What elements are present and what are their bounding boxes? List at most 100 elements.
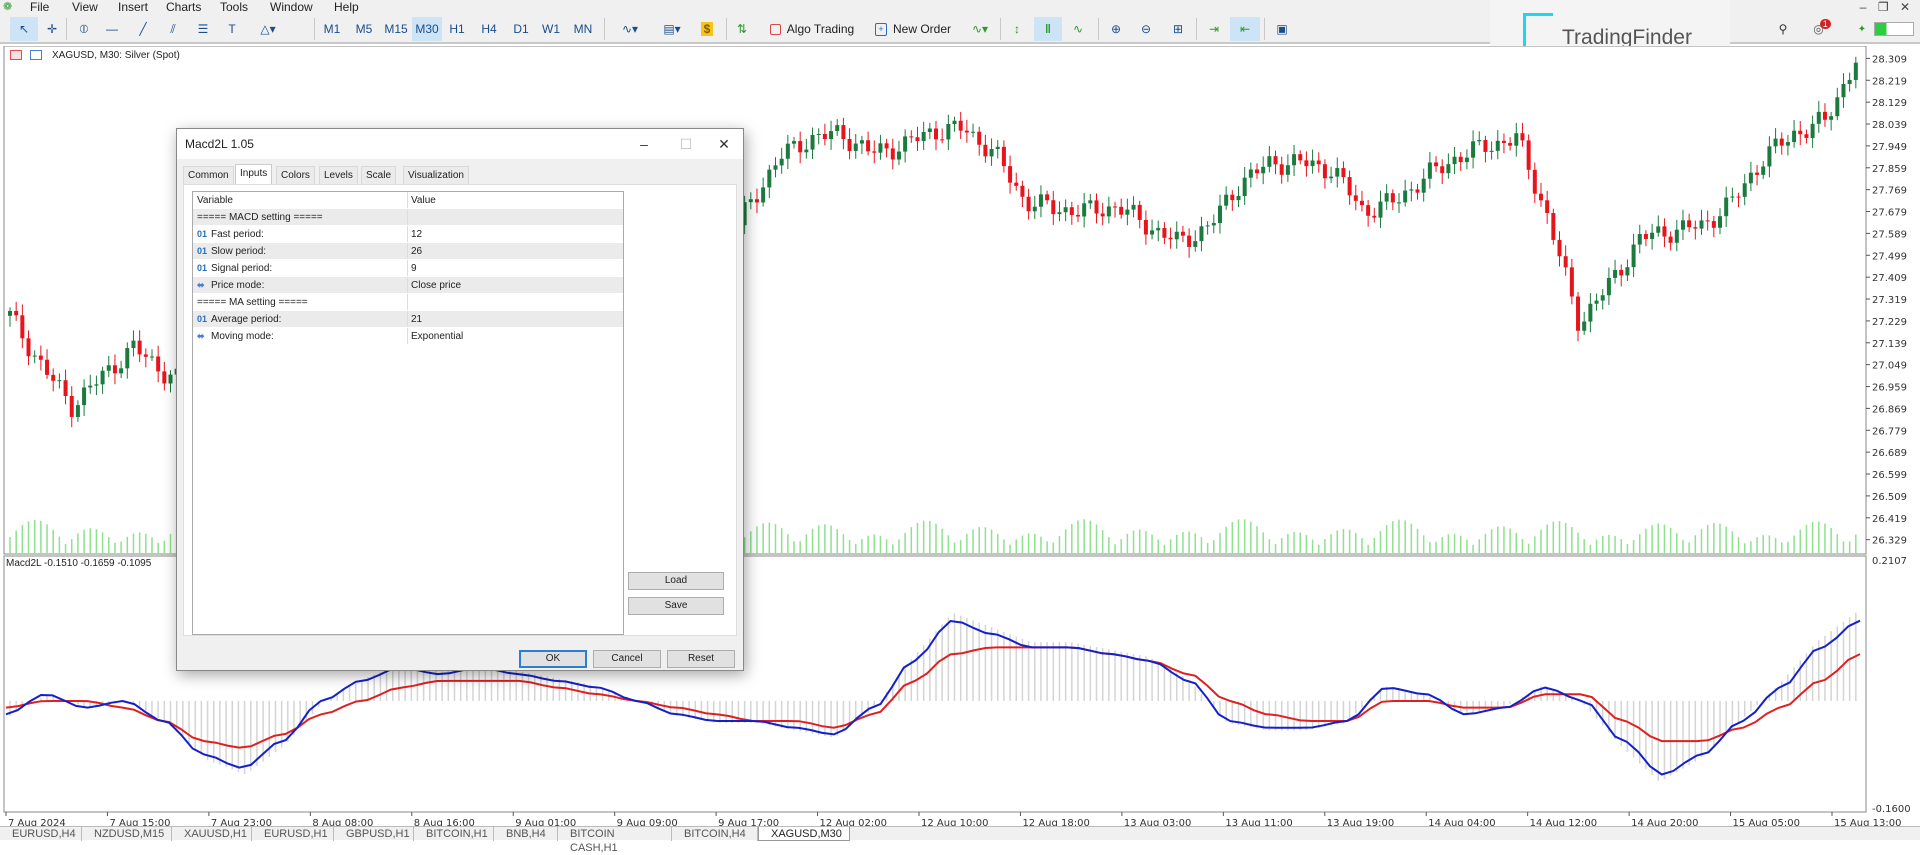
timeframe-m5[interactable]: M5: [350, 17, 378, 41]
menu-window[interactable]: Window: [270, 0, 313, 14]
param-row[interactable]: 01 Signal period: 9: [193, 260, 623, 277]
candle-body: [1187, 235, 1192, 247]
restore-icon[interactable]: ❐: [1878, 0, 1889, 14]
trade-signals-button[interactable]: ⇅: [730, 17, 754, 41]
timeframe-h1[interactable]: H1: [444, 17, 470, 41]
trendline-button[interactable]: ╱: [130, 17, 156, 41]
tab-inputs[interactable]: Inputs: [235, 164, 273, 185]
menu-tools[interactable]: Tools: [220, 0, 248, 14]
symbol-tab[interactable]: GBPUSD,H1: [334, 827, 414, 841]
tab-colors[interactable]: Colors: [276, 166, 315, 184]
line-chart-icon: ∿▾: [621, 22, 639, 36]
signal-strength-button[interactable]: ✦: [1852, 17, 1872, 41]
fibonacci-button[interactable]: ☰: [190, 17, 216, 41]
reset-button[interactable]: Reset: [667, 650, 735, 668]
new-order-button[interactable]: + New Order: [866, 17, 960, 41]
symbol-tab[interactable]: BITCOIN,H4: [672, 827, 758, 841]
candle-body: [779, 158, 784, 166]
menu-view[interactable]: View: [72, 0, 98, 14]
menu-insert[interactable]: Insert: [118, 0, 148, 14]
candle-body: [1359, 200, 1364, 206]
tile-windows-button[interactable]: ⊞: [1164, 17, 1192, 41]
close-icon[interactable]: ✕: [1900, 0, 1910, 14]
candlestick-icon: ‖: [1045, 22, 1051, 36]
symbol-tab[interactable]: BNB,H4: [494, 827, 558, 841]
param-value[interactable]: 21: [411, 311, 422, 328]
notifications-button[interactable]: ◎ 1: [1808, 17, 1836, 41]
signals-dropdown[interactable]: ∿▾: [962, 17, 998, 41]
minimize-icon[interactable]: –: [1860, 0, 1867, 14]
timeframe-h4[interactable]: H4: [476, 17, 502, 41]
tab-levels[interactable]: Levels: [319, 166, 358, 184]
timeframe-mn[interactable]: MN: [568, 17, 598, 41]
candle-body: [131, 340, 136, 349]
timeframe-m30[interactable]: M30: [412, 17, 442, 41]
param-row[interactable]: ⬌ Price mode: Close price: [193, 277, 623, 294]
chart-shift-button[interactable]: ⇤: [1230, 17, 1260, 41]
crosshair-icon: ✛: [46, 22, 58, 36]
channel-button[interactable]: ⫽: [160, 17, 186, 41]
candlestick-button[interactable]: ‖: [1034, 17, 1062, 41]
bar-chart-button[interactable]: ↕: [1004, 17, 1030, 41]
zoom-in-button[interactable]: ⊕: [1102, 17, 1130, 41]
timeframe-m1[interactable]: M1: [318, 17, 346, 41]
candle-body: [149, 356, 154, 358]
tab-visualization[interactable]: Visualization: [403, 166, 469, 184]
menu-file[interactable]: File: [30, 0, 49, 14]
vertical-line-button[interactable]: ⦶: [72, 17, 96, 41]
symbol-tab[interactable]: XAGUSD,M30: [758, 827, 850, 841]
shapes-dropdown[interactable]: △▾: [248, 17, 288, 41]
symbol-tab[interactable]: BITCOIN CASH,H1: [558, 827, 672, 854]
line-chart-button[interactable]: ∿: [1064, 17, 1092, 41]
market-button[interactable]: $: [696, 17, 718, 41]
candle-body: [952, 120, 957, 124]
save-button[interactable]: Save: [628, 597, 724, 615]
param-row[interactable]: 01 Fast period: 12: [193, 226, 623, 243]
param-row[interactable]: 01 Average period: 21: [193, 311, 623, 328]
candle-body: [1656, 226, 1661, 233]
dialog-minimize-icon[interactable]: –: [629, 133, 659, 155]
zoom-out-button[interactable]: ⊖: [1132, 17, 1160, 41]
param-value[interactable]: 26: [411, 243, 422, 260]
menu-charts[interactable]: Charts: [166, 0, 201, 14]
param-row[interactable]: 01 Slow period: 26: [193, 243, 623, 260]
load-button[interactable]: Load: [628, 572, 724, 590]
symbol-tab[interactable]: NZDUSD,M15: [82, 827, 172, 841]
timeframe-m15[interactable]: M15: [380, 17, 412, 41]
tab-scale[interactable]: Scale: [361, 166, 397, 184]
trendline-icon: ╱: [139, 22, 147, 36]
candle-body: [964, 130, 969, 133]
algo-trading-button[interactable]: Algo Trading: [764, 17, 860, 41]
crosshair-button[interactable]: ✛: [40, 17, 64, 41]
param-row[interactable]: ===== MA setting =====: [193, 294, 623, 311]
screenshot-button[interactable]: ▣: [1268, 17, 1296, 41]
timeframe-label: M15: [384, 22, 408, 36]
chart-type-dropdown[interactable]: ∿▾: [612, 17, 648, 41]
horizontal-line-button[interactable]: —: [98, 17, 126, 41]
search-button[interactable]: ⚲: [1772, 17, 1794, 41]
param-value[interactable]: Close price: [411, 277, 461, 294]
candle-body: [1471, 141, 1476, 158]
timeframe-w1[interactable]: W1: [538, 17, 564, 41]
price-tick-label: 28.039: [1872, 120, 1907, 131]
symbol-tab[interactable]: EURUSD,H4: [0, 827, 82, 841]
ok-button[interactable]: OK: [519, 650, 587, 668]
timeframe-d1[interactable]: D1: [508, 17, 534, 41]
dialog-titlebar[interactable]: Macd2L 1.05 – ☐ ✕: [177, 129, 743, 159]
cursor-tool-button[interactable]: ↖: [10, 17, 38, 41]
param-value[interactable]: Exponential: [411, 328, 463, 345]
indicators-dropdown[interactable]: ▤▾: [654, 17, 690, 41]
symbol-tab[interactable]: EURUSD,H1: [252, 827, 334, 841]
tab-common[interactable]: Common: [183, 166, 234, 184]
dialog-close-icon[interactable]: ✕: [709, 133, 739, 155]
menu-help[interactable]: Help: [334, 0, 359, 14]
text-tool-button[interactable]: T: [220, 17, 244, 41]
symbol-tab[interactable]: XAUUSD,H1: [172, 827, 252, 841]
param-row[interactable]: ===== MACD setting =====: [193, 209, 623, 226]
scroll-end-button[interactable]: ⇥: [1200, 17, 1228, 41]
param-row[interactable]: ⬌ Moving mode: Exponential: [193, 328, 623, 345]
cancel-button[interactable]: Cancel: [593, 650, 661, 668]
param-value[interactable]: 9: [411, 260, 417, 277]
param-value[interactable]: 12: [411, 226, 422, 243]
symbol-tab[interactable]: BITCOIN,H1: [414, 827, 494, 841]
